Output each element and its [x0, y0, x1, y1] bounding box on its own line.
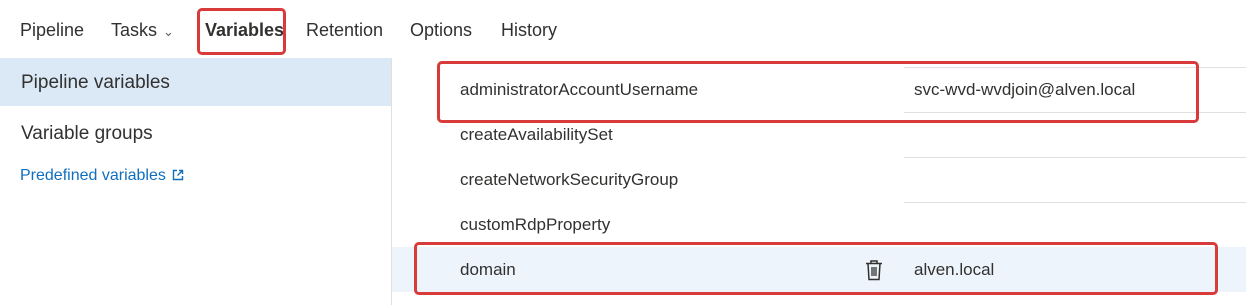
- predefined-variables-label: Predefined variables: [20, 167, 166, 184]
- variable-name[interactable]: createNetworkSecurityGroup: [460, 170, 678, 190]
- external-link-icon: [172, 169, 184, 181]
- tab-pipeline-label: Pipeline: [20, 20, 85, 40]
- predefined-variables-link[interactable]: Predefined variables: [20, 167, 184, 185]
- tab-retention[interactable]: Retention: [306, 20, 383, 41]
- variable-name[interactable]: createAvailabilitySet: [460, 125, 613, 145]
- domain-row-highlight: [414, 242, 1218, 295]
- tab-pipeline[interactable]: Pipeline: [20, 20, 84, 41]
- variable-row-createNetworkSecurityGroup[interactable]: createNetworkSecurityGroup: [392, 157, 1246, 202]
- tab-history-label: History: [501, 20, 558, 40]
- variables-tab-highlight: [197, 8, 286, 55]
- sidebar-item-variable-groups[interactable]: Variable groups: [0, 109, 391, 157]
- variable-name[interactable]: customRdpProperty: [460, 215, 610, 235]
- tab-options[interactable]: Options: [410, 20, 472, 41]
- sidebar-item-label: Variable groups: [21, 123, 153, 144]
- tab-options-label: Options: [410, 20, 473, 40]
- tab-history[interactable]: History: [501, 20, 557, 41]
- sidebar-item-label: Pipeline variables: [21, 72, 170, 93]
- tab-retention-label: Retention: [306, 20, 384, 40]
- sidebar: Pipeline variables Variable groups Prede…: [0, 58, 392, 305]
- tab-tasks[interactable]: Tasks ⌄: [111, 20, 174, 41]
- sidebar-item-pipeline-variables[interactable]: Pipeline variables: [0, 58, 391, 106]
- admin-username-highlight: [437, 61, 1199, 123]
- tab-bar: Pipeline Tasks ⌄ Variables Retention Opti…: [0, 0, 1246, 58]
- chevron-down-icon: ⌄: [163, 24, 174, 39]
- tab-tasks-label: Tasks: [111, 20, 158, 40]
- variable-row-customRdpProperty[interactable]: customRdpProperty: [392, 202, 1246, 247]
